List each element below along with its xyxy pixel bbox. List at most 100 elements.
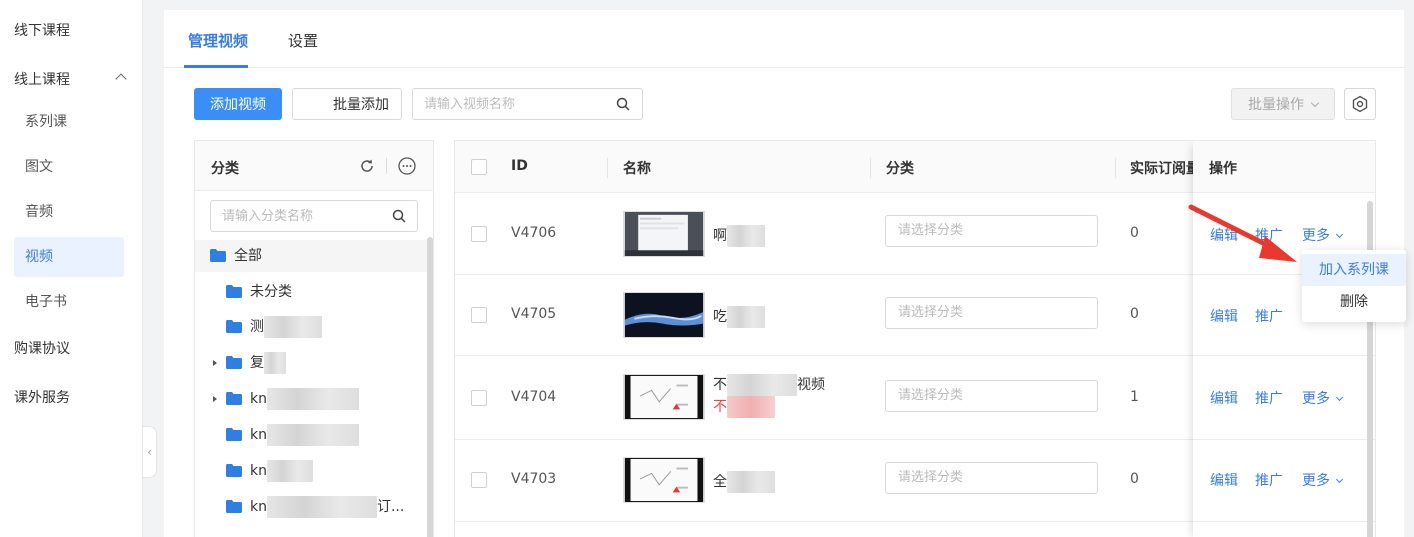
video-thumbnail[interactable] xyxy=(623,211,705,257)
tab-bar: 管理视频 设置 xyxy=(164,10,1404,68)
column-header-id: ID xyxy=(511,158,528,174)
folder-icon xyxy=(210,249,226,262)
column-settings-button[interactable] xyxy=(1344,88,1376,120)
redacted-text xyxy=(266,496,377,518)
tree-item-all[interactable]: 全部 xyxy=(195,240,427,272)
more-link[interactable]: 更多 xyxy=(1302,388,1344,408)
folder-icon xyxy=(226,320,242,333)
more-link[interactable]: 更多 xyxy=(1302,470,1344,490)
edit-link[interactable]: 编辑 xyxy=(1210,306,1238,326)
sidebar-item-purchase-agreement[interactable]: 购课协议 xyxy=(0,337,143,361)
sidebar-collapse-handle[interactable]: ‹ xyxy=(143,426,157,478)
sidebar-item-audio[interactable]: 音频 xyxy=(14,192,124,232)
subscription-count: 1 xyxy=(1130,389,1139,405)
video-thumbnail[interactable] xyxy=(623,374,705,420)
video-thumbnail[interactable] xyxy=(623,457,705,503)
promote-link[interactable]: 推广 xyxy=(1255,306,1283,326)
more-label: 更多 xyxy=(1302,473,1330,489)
sidebar-item-video[interactable]: 视频 xyxy=(14,237,124,277)
tab-active-indicator xyxy=(184,65,248,68)
sidebar-item-extra-service[interactable]: 课外服务 xyxy=(0,386,143,410)
video-name: 全 xyxy=(713,474,727,490)
column-header-subscriptions: 实际订阅量 xyxy=(1130,161,1200,177)
tree-item-label: kn xyxy=(250,463,267,479)
chevron-down-icon xyxy=(1335,230,1344,239)
tree-item-label-suffix: 订... xyxy=(376,499,405,515)
promote-link[interactable]: 推广 xyxy=(1255,470,1283,490)
tab-settings[interactable]: 设置 xyxy=(288,30,318,51)
folder-icon xyxy=(226,392,242,405)
main-panel: 管理视频 设置 添加视频 批量添加 批量操作 分类 全部 未分类 xyxy=(164,10,1404,537)
category-scrollbar[interactable] xyxy=(427,237,433,537)
row-checkbox[interactable] xyxy=(471,307,487,323)
tree-item-category[interactable]: 复 xyxy=(195,347,427,379)
column-header-name: 名称 xyxy=(623,161,651,177)
video-thumbnail[interactable] xyxy=(623,292,705,338)
folder-icon xyxy=(226,500,242,513)
tree-item-uncategorized[interactable]: 未分类 xyxy=(195,276,427,308)
redacted-text xyxy=(264,316,322,338)
video-name: 吃 xyxy=(713,309,727,325)
sidebar-item-article[interactable]: 图文 xyxy=(14,147,124,187)
menu-item-delete[interactable]: 删除 xyxy=(1302,286,1406,318)
expand-arrow-icon[interactable] xyxy=(213,396,217,402)
select-all-checkbox[interactable] xyxy=(471,159,487,175)
edit-link[interactable]: 编辑 xyxy=(1210,470,1238,490)
category-panel-header: 分类 xyxy=(195,141,433,191)
search-icon[interactable] xyxy=(392,209,406,223)
chevron-up-icon xyxy=(115,73,127,85)
search-icon[interactable] xyxy=(616,97,630,111)
edit-link[interactable]: 编辑 xyxy=(1210,388,1238,408)
row-divider xyxy=(1193,439,1375,440)
promote-link[interactable]: 推广 xyxy=(1255,388,1283,408)
tree-item-category[interactable]: kn xyxy=(195,455,427,487)
more-circle-icon[interactable] xyxy=(398,157,416,175)
batch-add-button[interactable]: 批量添加 xyxy=(292,88,402,120)
tree-item-category[interactable]: kn 订... xyxy=(195,491,427,523)
sidebar-item-label: 课外服务 xyxy=(14,390,70,406)
sidebar-item-ebook[interactable]: 电子书 xyxy=(14,282,124,322)
column-header-ops: 操作 xyxy=(1209,161,1237,177)
sidebar-item-label: 电子书 xyxy=(25,294,67,310)
redacted-text xyxy=(727,225,765,247)
tree-item-category[interactable]: kn xyxy=(195,419,427,451)
video-name: 啊 xyxy=(713,228,727,244)
tree-item-category[interactable]: 测 xyxy=(195,311,427,343)
category-panel: 分类 全部 未分类 测 复 kn xyxy=(194,140,434,537)
category-select[interactable]: 请选择分类 xyxy=(885,297,1098,329)
tree-item-label: kn xyxy=(250,427,267,443)
menu-item-add-to-series[interactable]: 加入系列课 xyxy=(1302,254,1406,286)
folder-icon xyxy=(226,464,242,477)
refresh-icon[interactable] xyxy=(359,158,375,174)
row-checkbox[interactable] xyxy=(471,472,487,488)
column-divider xyxy=(607,158,608,178)
sidebar-item-label: 线下课程 xyxy=(14,23,70,39)
tree-item-label: 复 xyxy=(250,355,264,371)
sidebar-item-series[interactable]: 系列课 xyxy=(14,102,124,142)
expand-arrow-icon[interactable] xyxy=(213,360,217,366)
redacted-text xyxy=(727,374,797,396)
tree-item-label: 未分类 xyxy=(250,284,292,300)
video-search xyxy=(412,88,643,120)
chevron-down-icon xyxy=(1335,475,1344,484)
batch-ops-button[interactable]: 批量操作 xyxy=(1231,88,1335,120)
sidebar-item-offline-course[interactable]: 线下课程 xyxy=(0,19,143,43)
more-label: 更多 xyxy=(1302,391,1330,407)
tree-item-category[interactable]: kn xyxy=(195,383,427,415)
row-divider xyxy=(1193,521,1375,522)
row-checkbox[interactable] xyxy=(471,390,487,406)
category-select[interactable]: 请选择分类 xyxy=(885,215,1098,247)
category-select[interactable]: 请选择分类 xyxy=(885,380,1098,412)
video-search-input[interactable] xyxy=(424,89,614,119)
tree-item-label: kn xyxy=(250,499,267,515)
sidebar-item-label: 线上课程 xyxy=(14,72,70,88)
tree-item-label: kn xyxy=(250,391,267,407)
column-divider xyxy=(1115,158,1116,178)
sidebar-item-online-course[interactable]: 线上课程 xyxy=(0,68,143,92)
add-video-button[interactable]: 添加视频 xyxy=(194,88,282,120)
category-search-input[interactable] xyxy=(222,201,392,231)
category-select[interactable]: 请选择分类 xyxy=(885,462,1098,494)
tab-manage-video[interactable]: 管理视频 xyxy=(188,30,248,51)
sidebar-item-label: 音频 xyxy=(25,204,53,220)
row-checkbox[interactable] xyxy=(471,226,487,242)
